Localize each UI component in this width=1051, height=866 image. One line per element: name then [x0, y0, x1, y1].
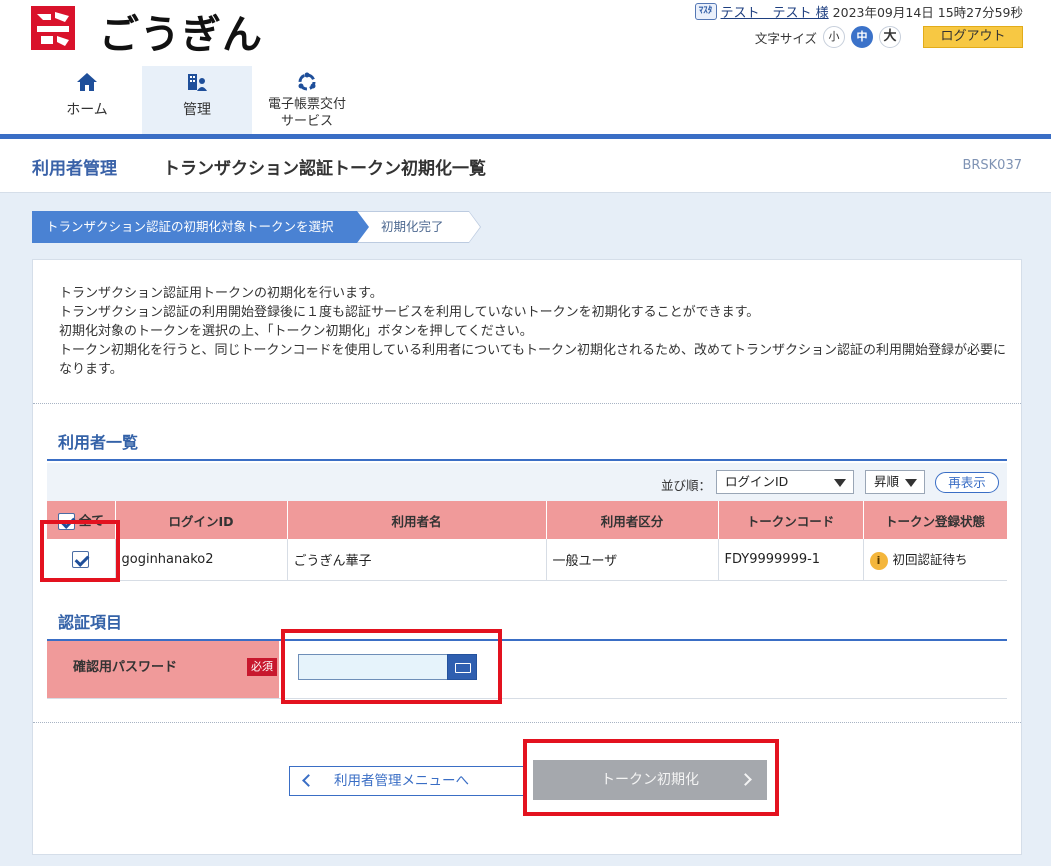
back-to-user-menu-button[interactable]: 利用者管理メニューへ [289, 766, 524, 796]
keyboard-icon [455, 663, 471, 673]
intro-text: トランザクション認証用トークンの初期化を行います。 トランザクション認証の利用開… [59, 284, 1009, 379]
nav-home-label: ホーム [66, 102, 108, 118]
divider [33, 403, 1021, 404]
info-icon: i [869, 551, 888, 570]
intro-line: 初期化対象のトークンを選択の上、「トークン初期化」ボタンを押してください。 [59, 324, 533, 339]
section-title: 利用者管理 [32, 159, 117, 179]
ledger-service-icon [252, 72, 362, 92]
sort-label: 並び順： [661, 478, 712, 493]
auth-label-cell: 確認用パスワード 必須 [47, 641, 279, 698]
cell-login-id: goginhanako2 [115, 539, 288, 581]
chevron-down-icon [905, 479, 917, 487]
divider [33, 722, 1021, 723]
chevron-right-icon [739, 773, 752, 786]
column-token-status: トークン登録状態 [863, 501, 1008, 539]
home-icon [32, 72, 142, 92]
font-size-controls: 文字サイズ 小 中 大 ログアウト [755, 26, 1023, 48]
font-size-large-button[interactable]: 大 [879, 26, 901, 48]
cell-user-type: 一般ユーザ [546, 539, 719, 581]
logout-button[interactable]: ログアウト [923, 26, 1023, 48]
user-list-rule [47, 459, 1007, 461]
row-checkbox[interactable] [72, 550, 90, 568]
brand-name: ごうぎん [99, 12, 263, 58]
column-user-type: 利用者区分 [546, 501, 719, 539]
nav-e-ledger-label-line1: 電子帳票交付 [267, 97, 346, 112]
password-input[interactable] [298, 654, 448, 680]
login-datetime: 2023年09月14日 15時27分59秒 [832, 5, 1023, 20]
font-size-small-button[interactable]: 小 [823, 26, 845, 48]
intro-line: トランザクション認証用トークンの初期化を行います。 [59, 286, 383, 301]
chevron-left-icon [302, 774, 315, 787]
nav-admin-label: 管理 [183, 102, 211, 118]
user-info: ﾏｽﾀ テスト テスト 様 2023年09月14日 15時27分59秒 [694, 2, 1023, 21]
auth-password-row: 確認用パスワード 必須 [47, 641, 1007, 699]
font-size-label: 文字サイズ [754, 30, 817, 46]
user-list-heading: 利用者一覧 [58, 433, 139, 452]
auth-heading: 認証項目 [58, 613, 123, 632]
intro-line: トークン初期化を行うと、同じトークンコードを使用している利用者についてもトークン… [59, 343, 1007, 377]
back-button-label: 利用者管理メニューへ [334, 773, 469, 789]
cell-token-code: FDY9999999-1 [718, 539, 864, 581]
screen-code: BRSK037 [962, 158, 1022, 173]
nav-e-ledger-label: 電子帳票交付 サービス [252, 96, 362, 130]
user-table: 全て ログインID 利用者名 利用者区分 トークンコード トークン登録状態 go… [47, 501, 1008, 581]
global-nav: ホーム 管理 電子帳票交付 サービス [32, 66, 362, 134]
password-label: 確認用パスワード [73, 660, 178, 675]
main-panel: トランザクション認証用トークンの初期化を行います。 トランザクション認証の利用開… [32, 259, 1022, 855]
column-all-label: 全て [78, 513, 104, 528]
table-row: goginhanako2 ごうぎん華子 一般ユーザ FDY9999999-1 i… [47, 539, 1007, 581]
column-token-code: トークンコード [718, 501, 864, 539]
table-header-row: 全て ログインID 利用者名 利用者区分 トークンコード トークン登録状態 [47, 501, 1008, 539]
page-title-band: 利用者管理 トランザクション認証トークン初期化一覧 BRSK037 [0, 139, 1051, 193]
chevron-down-icon [834, 479, 846, 487]
required-badge: 必須 [247, 658, 277, 676]
token-status-text: 初回認証待ち [892, 552, 968, 567]
font-size-medium-button[interactable]: 中 [851, 26, 873, 48]
gogin-logo-mark-icon [31, 6, 75, 50]
nav-e-ledger[interactable]: 電子帳票交付 サービス [252, 66, 362, 134]
gogin-logo[interactable]: ごうぎん [31, 6, 291, 58]
token-init-label: トークン初期化 [601, 772, 699, 788]
column-all: 全て [47, 501, 116, 539]
software-keyboard-button[interactable] [447, 654, 477, 680]
header: ごうぎん ﾏｽﾀ テスト テスト 様 2023年09月14日 15時27分59秒… [0, 0, 1051, 135]
row-select-cell [47, 539, 116, 581]
step-select-token: トランザクション認証の初期化対象トークンを選択 [32, 211, 369, 243]
user-list-toolbar: 並び順： ログインID 昇順 再表示 [47, 463, 1007, 501]
refresh-button[interactable]: 再表示 [935, 472, 999, 493]
nav-home[interactable]: ホーム [32, 66, 142, 134]
column-login-id: ログインID [115, 501, 288, 539]
token-init-button[interactable]: トークン初期化 [533, 760, 767, 800]
nav-admin[interactable]: 管理 [142, 66, 252, 134]
sort-order-value: 昇順 [874, 474, 900, 489]
user-name-link[interactable]: テスト テスト 様 [721, 2, 829, 21]
step-init-complete: 初期化完了 [357, 211, 481, 243]
cell-user-name: ごうぎん華子 [287, 539, 547, 581]
page-title: トランザクション認証トークン初期化一覧 [163, 159, 486, 179]
select-all-checkbox[interactable] [57, 513, 75, 530]
sort-field-value: ログインID [725, 474, 789, 489]
column-user-name: 利用者名 [287, 501, 547, 539]
intro-line: トランザクション認証の利用開始登録後に１度も認証サービスを利用していないトークン… [59, 305, 760, 320]
cell-token-status: i 初回認証待ち [863, 539, 1007, 581]
user-master-icon: ﾏｽﾀ [694, 3, 717, 20]
nav-e-ledger-label-line2: サービス [280, 114, 333, 129]
step-indicator: トランザクション認証の初期化対象トークンを選択 初期化完了 [32, 211, 481, 243]
admin-icon [142, 72, 252, 92]
sort-order-select[interactable]: 昇順 [865, 470, 925, 494]
sort-field-select[interactable]: ログインID [716, 470, 854, 494]
